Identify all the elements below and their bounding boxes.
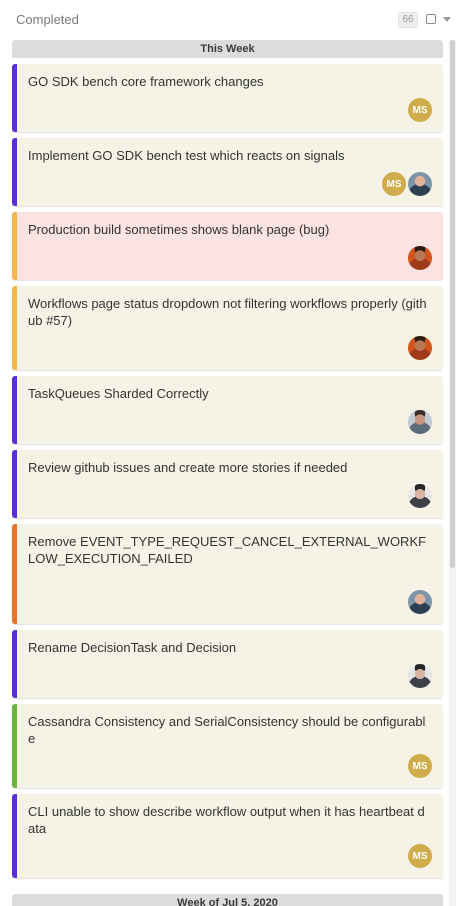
avatar-photo[interactable] bbox=[408, 590, 432, 614]
avatar-initials[interactable]: MS bbox=[382, 172, 406, 196]
card-title: Production build sometimes shows blank p… bbox=[28, 222, 330, 237]
avatar-initials[interactable]: MS bbox=[408, 844, 432, 868]
card[interactable]: Remove EVENT_TYPE_REQUEST_CANCEL_EXTERNA… bbox=[12, 524, 443, 624]
card-title: TaskQueues Sharded Correctly bbox=[28, 386, 209, 401]
card-assignees bbox=[408, 246, 432, 270]
card-title: Implement GO SDK bench test which reacts… bbox=[28, 148, 345, 163]
chevron-down-icon[interactable] bbox=[443, 17, 451, 22]
card[interactable]: Cassandra Consistency and SerialConsiste… bbox=[12, 704, 443, 788]
card-title: Remove EVENT_TYPE_REQUEST_CANCEL_EXTERNA… bbox=[28, 534, 427, 566]
scrollbar[interactable] bbox=[449, 40, 456, 906]
card-assignees: MS bbox=[382, 172, 432, 196]
card[interactable]: GO SDK bench core framework changes MS bbox=[12, 64, 443, 132]
card-color-bar bbox=[12, 450, 17, 518]
scrollbar-thumb[interactable] bbox=[450, 40, 455, 568]
group-header-week-of-jul-5[interactable]: Week of Jul 5, 2020 bbox=[12, 894, 443, 906]
card-title: Workflows page status dropdown not filte… bbox=[28, 296, 427, 328]
card-color-bar bbox=[12, 212, 17, 280]
card[interactable]: TaskQueues Sharded Correctly bbox=[12, 376, 443, 444]
avatar-photo[interactable] bbox=[408, 246, 432, 270]
group-header-this-week[interactable]: This Week bbox=[12, 40, 443, 58]
card-color-bar bbox=[12, 286, 17, 370]
avatar-photo[interactable] bbox=[408, 484, 432, 508]
card-title: GO SDK bench core framework changes bbox=[28, 74, 264, 89]
card-assignees: MS bbox=[408, 844, 432, 868]
card-list: This Week GO SDK bench core framework ch… bbox=[12, 40, 443, 878]
card-assignees bbox=[408, 590, 432, 614]
column-title: Completed bbox=[16, 12, 79, 27]
card-color-bar bbox=[12, 630, 17, 698]
card-color-bar bbox=[12, 376, 17, 444]
card-assignees bbox=[408, 664, 432, 688]
card-assignees bbox=[408, 336, 432, 360]
card[interactable]: Workflows page status dropdown not filte… bbox=[12, 286, 443, 370]
avatar-initials[interactable]: MS bbox=[408, 754, 432, 778]
card-assignees bbox=[408, 484, 432, 508]
column-header: Completed 66 bbox=[0, 0, 470, 38]
card-title: Rename DecisionTask and Decision bbox=[28, 640, 237, 655]
avatar-photo[interactable] bbox=[408, 664, 432, 688]
card[interactable]: Review github issues and create more sto… bbox=[12, 450, 443, 518]
card-color-bar bbox=[12, 704, 17, 788]
card-color-bar bbox=[12, 138, 17, 206]
select-all-checkbox[interactable] bbox=[426, 14, 436, 24]
card[interactable]: Production build sometimes shows blank p… bbox=[12, 212, 443, 280]
card-color-bar bbox=[12, 794, 17, 878]
avatar-photo[interactable] bbox=[408, 172, 432, 196]
card-color-bar bbox=[12, 64, 17, 132]
card-assignees: MS bbox=[408, 754, 432, 778]
card-color-bar bbox=[12, 524, 17, 624]
card-title: Review github issues and create more sto… bbox=[28, 460, 348, 475]
card-count-badge: 66 bbox=[398, 12, 418, 28]
avatar-photo[interactable] bbox=[408, 336, 432, 360]
card-title: CLI unable to show describe workflow out… bbox=[28, 804, 425, 836]
avatar-photo[interactable] bbox=[408, 410, 432, 434]
card[interactable]: Implement GO SDK bench test which reacts… bbox=[12, 138, 443, 206]
card-assignees: MS bbox=[408, 98, 432, 122]
card-assignees bbox=[408, 410, 432, 434]
card[interactable]: Rename DecisionTask and Decision bbox=[12, 630, 443, 698]
card[interactable]: CLI unable to show describe workflow out… bbox=[12, 794, 443, 878]
card-title: Cassandra Consistency and SerialConsiste… bbox=[28, 714, 426, 746]
avatar-initials[interactable]: MS bbox=[408, 98, 432, 122]
